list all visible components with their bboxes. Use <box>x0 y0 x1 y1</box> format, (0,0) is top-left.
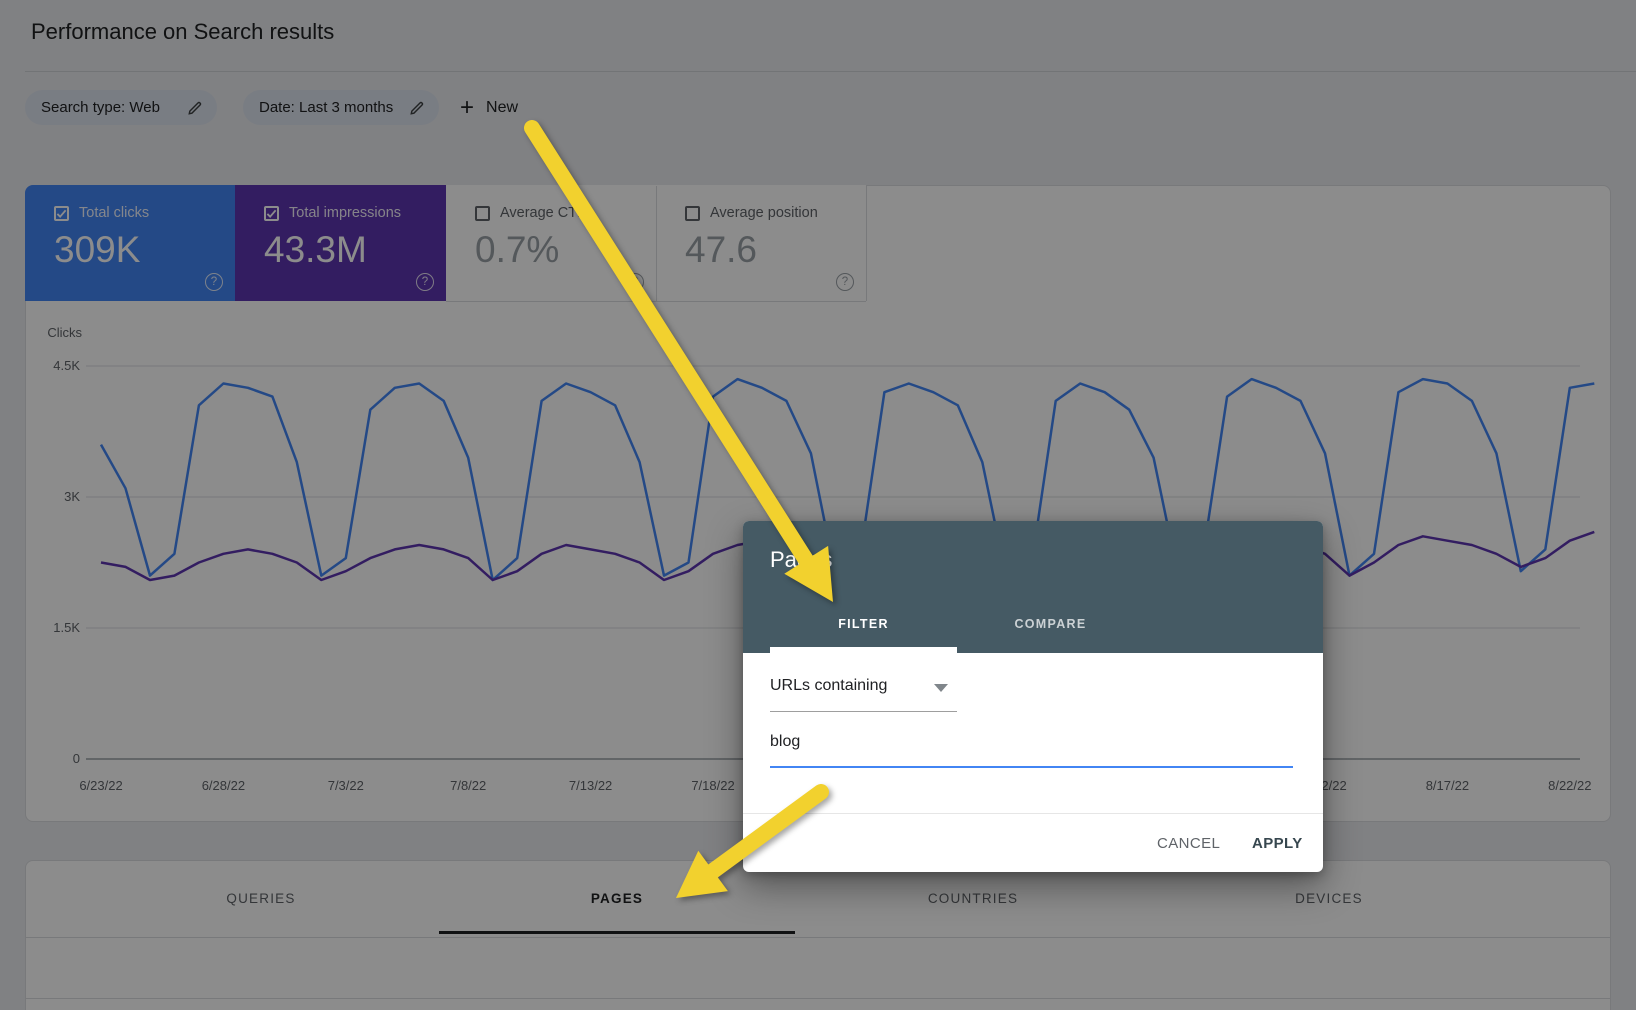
input-focus-underline <box>770 766 1293 768</box>
dropdown-underline <box>770 711 957 712</box>
pages-filter-dialog: Pages FILTER COMPARE URLs containing CAN… <box>743 521 1323 872</box>
dropdown-value: URLs containing <box>770 677 887 694</box>
dialog-title: Pages <box>770 547 832 573</box>
performance-page: Performance on Search results Search typ… <box>0 0 1636 1010</box>
active-tab-indicator <box>770 647 957 653</box>
tab-compare[interactable]: COMPARE <box>957 617 1144 653</box>
filter-value-input[interactable] <box>770 733 1293 751</box>
chevron-down-icon <box>934 684 948 692</box>
urls-containing-dropdown[interactable]: URLs containing <box>770 677 957 695</box>
dialog-header: Pages FILTER COMPARE <box>743 521 1323 653</box>
cancel-button[interactable]: CANCEL <box>1157 829 1220 857</box>
dialog-footer-divider <box>743 813 1323 814</box>
apply-button[interactable]: APPLY <box>1252 829 1303 857</box>
